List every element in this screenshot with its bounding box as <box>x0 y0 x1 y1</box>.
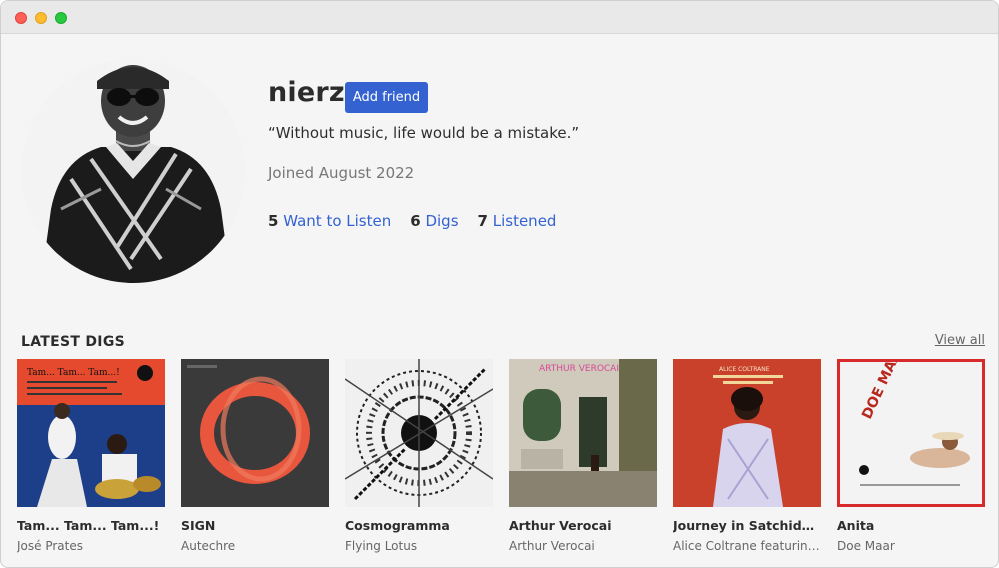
album-title[interactable]: SIGN <box>181 518 329 533</box>
cover-text: ARTHUR VEROCAI <box>539 364 619 374</box>
album-title[interactable]: Anita <box>837 518 985 533</box>
album-artist[interactable]: Alice Coltrane featuring Pharoah Sanders <box>673 539 821 553</box>
album-artist[interactable]: Doe Maar <box>837 539 985 553</box>
cover-text: ALICE COLTRANE <box>719 366 770 373</box>
stat-label[interactable]: Listened <box>493 212 557 230</box>
stat-label[interactable]: Digs <box>425 212 458 230</box>
close-window-button[interactable] <box>15 12 27 24</box>
stat-listened[interactable]: 7 Listened <box>478 212 557 230</box>
stat-count: 5 <box>268 212 279 230</box>
album-card[interactable]: DOE MAAR Anita Doe Maar <box>837 359 985 553</box>
album-title[interactable]: Tam... Tam... Tam...! <box>17 518 165 533</box>
album-cover[interactable]: Tam... Tam... Tam...! <box>17 359 165 507</box>
album-cover[interactable] <box>181 359 329 507</box>
stat-label[interactable]: Want to Listen <box>283 212 391 230</box>
album-artist[interactable]: Flying Lotus <box>345 539 493 553</box>
album-card[interactable]: ALICE COLTRANE Journey in Satchidananda … <box>673 359 821 553</box>
add-friend-button[interactable]: Add friend <box>345 82 428 113</box>
album-artist[interactable]: Autechre <box>181 539 329 553</box>
album-title[interactable]: Cosmogramma <box>345 518 493 533</box>
joined-date: Joined August 2022 <box>268 164 415 182</box>
album-cover[interactable]: DOE MAAR <box>837 359 985 507</box>
album-cover[interactable] <box>345 359 493 507</box>
stat-digs[interactable]: 6 Digs <box>410 212 458 230</box>
album-cover[interactable]: ALICE COLTRANE <box>673 359 821 507</box>
maximize-window-button[interactable] <box>55 12 67 24</box>
profile-stats: 5 Want to Listen 6 Digs 7 Listened <box>268 212 575 230</box>
album-title[interactable]: Journey in Satchidananda <box>673 518 821 533</box>
stat-count: 6 <box>410 212 421 230</box>
album-card[interactable]: ARTHUR VEROCAI Arthur Verocai Arthur Ver… <box>509 359 657 553</box>
album-title[interactable]: Arthur Verocai <box>509 518 657 533</box>
album-artist[interactable]: Arthur Verocai <box>509 539 657 553</box>
stat-want-to-listen[interactable]: 5 Want to Listen <box>268 212 391 230</box>
stat-count: 7 <box>477 212 488 230</box>
album-card[interactable]: SIGN Autechre <box>181 359 329 553</box>
album-card[interactable]: Tam... Tam... Tam...! Tam... Tam... Tam.… <box>17 359 165 553</box>
album-cover[interactable]: ARTHUR VEROCAI <box>509 359 657 507</box>
latest-digs-heading: LATEST DIGS <box>21 334 125 350</box>
view-all-link[interactable]: View all <box>935 333 985 348</box>
profile-quote: “Without music, life would be a mistake.… <box>268 124 580 142</box>
avatar <box>21 59 245 283</box>
minimize-window-button[interactable] <box>35 12 47 24</box>
cover-text: Tam... Tam... Tam...! <box>27 368 120 378</box>
app-window: nierz Add friend “Without music, life wo… <box>0 0 999 568</box>
album-artist[interactable]: José Prates <box>17 539 165 553</box>
username: nierz <box>268 77 345 108</box>
album-card[interactable]: Cosmogramma Flying Lotus <box>345 359 493 553</box>
title-bar <box>1 1 998 34</box>
